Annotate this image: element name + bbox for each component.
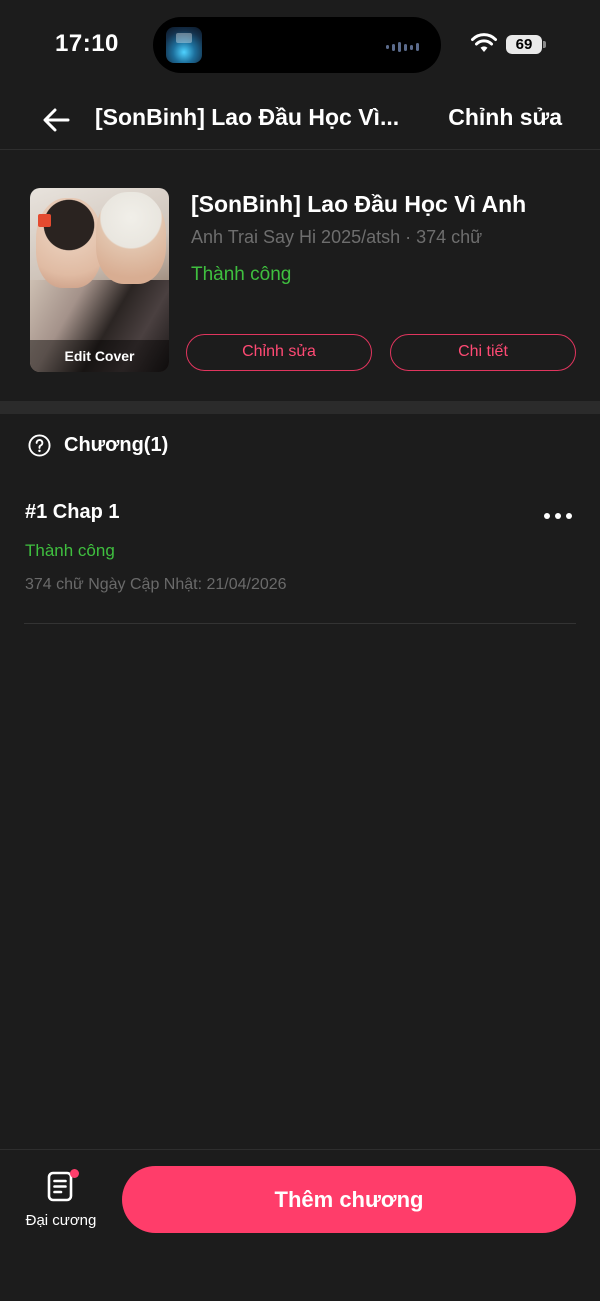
chapters-count-label: Chương(1) xyxy=(64,433,169,456)
battery-tip xyxy=(543,41,546,48)
more-options-button[interactable] xyxy=(540,502,576,530)
book-status: Thành công xyxy=(191,264,292,285)
now-playing-thumbnail xyxy=(166,27,202,63)
book-title: [SonBinh] Lao Đầu Học Vì Anh xyxy=(191,191,527,217)
arrow-left-icon xyxy=(43,108,70,132)
status-time: 17:10 xyxy=(55,30,119,57)
header-edit-button[interactable]: Chỉnh sửa xyxy=(448,104,562,131)
page-title: [SonBinh] Lao Đầu Học Vì... xyxy=(95,104,400,130)
book-meta: Anh Trai Say Hi 2025/atsh · 374 chữ xyxy=(191,227,483,247)
outline-button[interactable]: Đại cương xyxy=(22,1168,100,1234)
chapter-meta: 374 chữ Ngày Cập Nhật: 21/04/2026 xyxy=(25,576,287,593)
edit-cover-label[interactable]: Edit Cover xyxy=(30,340,169,372)
chapters-header: Chương(1) xyxy=(28,431,168,459)
help-circle-icon[interactable] xyxy=(28,433,51,457)
book-detail-button[interactable]: Chi tiết xyxy=(390,334,576,371)
add-chapter-button[interactable]: Thêm chương xyxy=(122,1166,576,1233)
back-button[interactable] xyxy=(36,100,76,140)
cover-image-person-right xyxy=(96,192,166,284)
outline-label: Đại cương xyxy=(25,1212,97,1229)
audio-wave-icon xyxy=(386,42,419,52)
book-info-section: Edit Cover [SonBinh] Lao Đầu Học Vì Anh … xyxy=(0,151,600,401)
chapter-status: Thành công xyxy=(25,541,115,560)
notification-dot xyxy=(70,1169,79,1178)
book-cover[interactable]: Edit Cover xyxy=(30,188,169,372)
cover-badge-icon xyxy=(38,214,51,227)
top-nav-bar: [SonBinh] Lao Đầu Học Vì... Chỉnh sửa xyxy=(0,90,600,150)
dynamic-island[interactable] xyxy=(153,17,441,73)
section-divider xyxy=(0,401,600,414)
status-bar: 17:10 69 xyxy=(0,0,600,90)
battery-indicator: 69 xyxy=(506,35,542,54)
cover-image-person-left xyxy=(36,198,102,288)
chapter-title: #1 Chap 1 xyxy=(25,501,120,523)
chapter-list-item[interactable]: #1 Chap 1 Thành công 374 chữ Ngày Cập Nh… xyxy=(24,490,576,624)
more-dots-icon xyxy=(544,513,550,519)
bottom-action-bar: Đại cương Thêm chương xyxy=(0,1149,600,1301)
edit-book-button[interactable]: Chỉnh sửa xyxy=(186,334,372,371)
wifi-icon xyxy=(471,33,497,52)
